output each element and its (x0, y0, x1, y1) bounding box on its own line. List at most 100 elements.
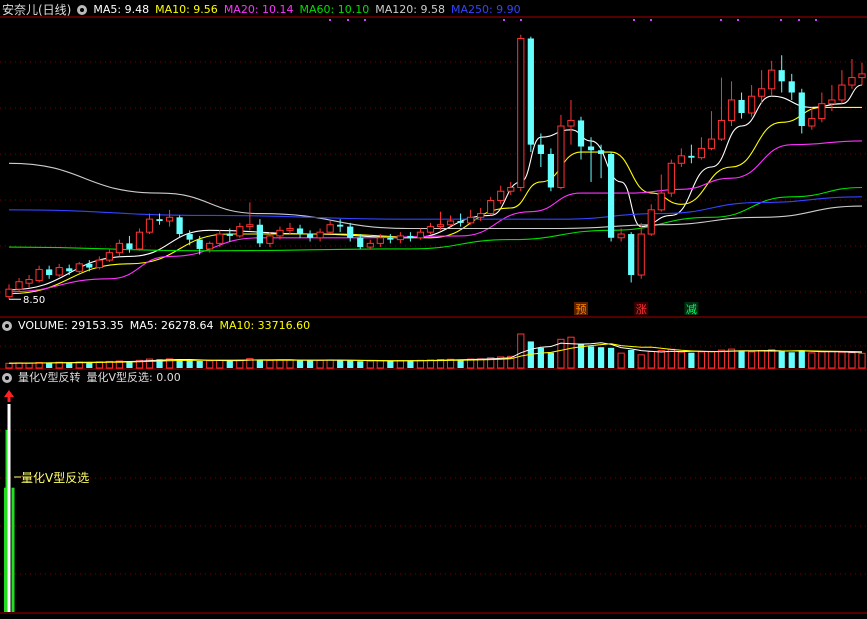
candle-body-38 (387, 237, 394, 240)
price-indicator-5: MA250: 9.90 (450, 3, 521, 16)
candle-77 (778, 55, 785, 93)
candle-52 (527, 36, 534, 153)
candle-body-25 (256, 224, 264, 244)
candle-body-50 (507, 186, 515, 192)
candle-9 (95, 256, 103, 270)
volume-bar-56 (567, 336, 575, 369)
volume-bar-18 (186, 360, 193, 368)
event-dot-4 (520, 19, 522, 21)
volume-bar-27 (276, 359, 284, 369)
candle-49 (497, 185, 505, 205)
settings-gear-icon[interactable] (77, 5, 88, 15)
candle-44 (446, 215, 455, 227)
volume-bar-80 (808, 352, 816, 369)
candle-65 (657, 174, 665, 212)
price-indicator-list: MA5: 9.48 MA10: 9.56 MA20: 10.14 MA60: 10.1… (93, 2, 526, 18)
volume-bar-83 (838, 351, 846, 369)
candle-body-34 (347, 226, 354, 238)
candle-body-17 (176, 217, 183, 235)
candle-body-81 (818, 103, 826, 120)
candle-body-32 (326, 224, 334, 233)
volume-bar-39 (396, 360, 404, 369)
candle-75 (758, 70, 766, 104)
candle-body-58 (587, 146, 595, 151)
event-dot-11 (815, 19, 817, 21)
volume-bar-19 (196, 360, 203, 368)
candle-body-18 (186, 234, 193, 240)
candle-body-31 (316, 231, 324, 239)
volume-bar-72 (727, 348, 736, 369)
volume-bar-75 (758, 350, 766, 369)
candle-46 (467, 209, 475, 225)
volume-bar-41 (416, 359, 425, 369)
volume-bar-51 (517, 333, 525, 369)
candle-body-35 (357, 237, 364, 248)
signal-marker-text-1: 涨 (636, 303, 647, 316)
candle-body-19 (196, 239, 203, 249)
candle-body-21 (216, 233, 224, 244)
volume-bar-20 (206, 360, 214, 369)
volume-bar-74 (747, 351, 756, 369)
volume-bar-63 (637, 354, 645, 369)
candle-body-49 (497, 190, 505, 202)
price-indicator-2: MA20: 10.14 (223, 3, 294, 16)
candle-32 (326, 221, 334, 235)
volume-bar-65 (657, 350, 665, 369)
ma-line-ma20 (8, 140, 863, 293)
volume-bar-28 (286, 359, 294, 369)
candle-body-2 (25, 278, 33, 284)
volume-bar-8 (86, 362, 93, 368)
volume-bar-71 (717, 349, 726, 369)
candle-body-48 (487, 200, 495, 215)
candle-body-1 (15, 281, 23, 290)
volume-bar-6 (66, 362, 73, 368)
volume-bar-60 (607, 347, 615, 368)
volume-bar-21 (216, 359, 224, 369)
candle-body-8 (86, 263, 93, 268)
candle-2 (25, 275, 33, 289)
signal-marker-0: 预 (574, 302, 589, 316)
signal-marker-text-2: 减 (686, 303, 697, 316)
candle-body-64 (647, 209, 655, 235)
volume-bar-64 (647, 350, 655, 369)
candle-body-75 (758, 88, 766, 97)
volume-bar-58 (587, 346, 595, 368)
candle-34 (347, 222, 354, 242)
candle-body-68 (688, 155, 695, 158)
candle-body-36 (366, 242, 374, 248)
candle-body-28 (286, 227, 294, 231)
volume-bar-62 (628, 349, 635, 368)
candle-body-10 (105, 252, 113, 261)
kline-canvas[interactable]: 8.50 预 涨 减量化V型反选 (0, 0, 867, 615)
volume-bar-66 (667, 348, 675, 369)
candle-body-60 (607, 153, 615, 238)
volume-bar-17 (176, 359, 183, 368)
candle-body-20 (206, 242, 214, 250)
low-price-label: 8.50 (23, 295, 45, 306)
candle-79 (798, 88, 805, 134)
volume-bar-35 (357, 361, 364, 368)
candle-body-47 (477, 213, 485, 218)
candle-43 (436, 211, 445, 231)
volume-bar-73 (738, 351, 745, 368)
signal-pane-header: 量化V型反转 量化V型反选: 0.00 (2, 370, 187, 386)
candle-body-52 (527, 38, 534, 145)
candle-6 (66, 264, 73, 276)
candle-38 (387, 234, 394, 244)
candle-31 (316, 228, 324, 242)
volume-bar-67 (677, 351, 685, 369)
candle-70 (707, 111, 716, 151)
volume-bar-23 (236, 359, 244, 369)
candle-body-69 (697, 147, 706, 159)
signal-settings-gear-icon[interactable] (2, 373, 12, 383)
volume-bar-31 (316, 359, 324, 369)
signal-marker-1: 涨 (634, 302, 649, 316)
volume-bar-68 (688, 352, 695, 368)
candle-56 (567, 99, 575, 145)
candle-29 (296, 224, 304, 238)
volume-settings-gear-icon[interactable] (2, 321, 12, 331)
candle-body-37 (376, 237, 384, 244)
signal-up-arrow-icon (4, 390, 15, 402)
volume-bar-1 (15, 362, 23, 369)
candle-body-74 (747, 95, 756, 114)
